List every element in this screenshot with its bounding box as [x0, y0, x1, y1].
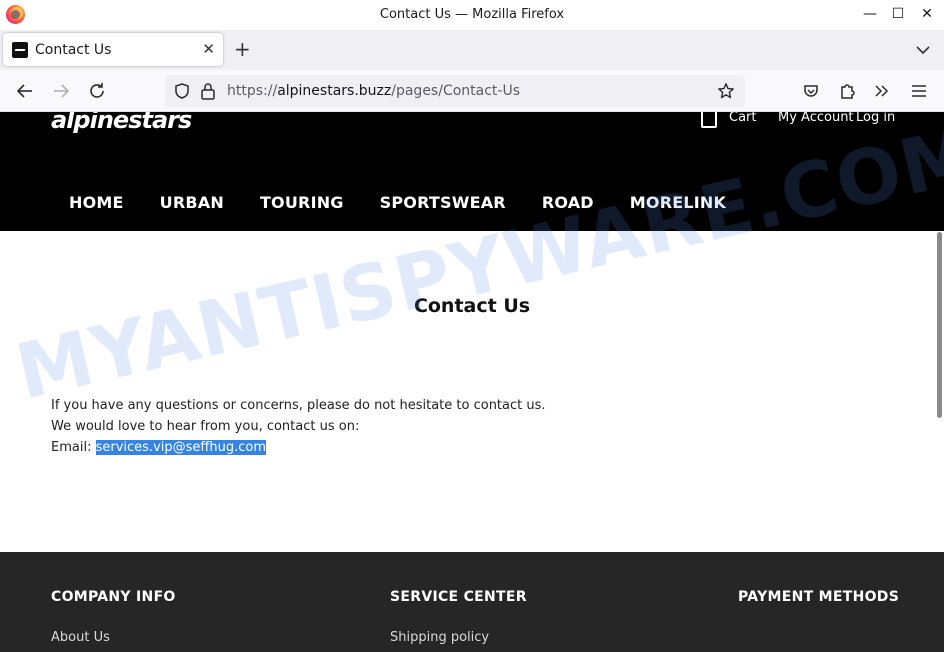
- brand-logo[interactable]: alpinestars: [51, 112, 192, 134]
- nav-urban[interactable]: URBAN: [160, 193, 224, 212]
- login-link[interactable]: Log in: [856, 112, 895, 125]
- site-favicon-icon: [12, 42, 28, 58]
- page-title: Contact Us: [413, 295, 531, 317]
- contact-email-line: Email: services.vip@seffhug.com: [51, 440, 266, 455]
- site-header: alpinestars Cart My Account Log in HOME …: [0, 112, 944, 231]
- footer-payment-methods-heading: PAYMENT METHODS: [738, 589, 900, 605]
- web-page: alpinestars Cart My Account Log in HOME …: [0, 112, 944, 652]
- hamburger-menu-icon[interactable]: [909, 81, 929, 101]
- more-tools-chevrons-icon[interactable]: [872, 81, 892, 101]
- url-scheme: https://: [227, 83, 278, 99]
- contact-text-line-2: We would love to hear from you, contact …: [51, 419, 360, 434]
- close-tab-button[interactable]: ✕: [202, 40, 215, 58]
- footer-service-center-heading: SERVICE CENTER: [390, 589, 527, 605]
- minimize-button[interactable]: —: [855, 0, 885, 28]
- contact-text-line-1: If you have any questions or concerns, p…: [51, 398, 546, 413]
- cart-icon[interactable]: [701, 112, 717, 128]
- extensions-puzzle-icon[interactable]: [837, 81, 857, 101]
- shield-icon[interactable]: [173, 82, 191, 100]
- footer-company-info-heading: COMPANY INFO: [51, 589, 176, 605]
- maximize-button[interactable]: ☐: [883, 0, 913, 28]
- window-titlebar: Contact Us — Mozilla Firefox — ☐ ✕: [0, 0, 944, 30]
- email-address-link[interactable]: services.vip@seffhug.com: [95, 440, 266, 455]
- nav-touring[interactable]: TOURING: [260, 193, 344, 212]
- list-all-tabs-icon[interactable]: [914, 41, 932, 59]
- tab-strip: Contact Us ✕: [0, 30, 944, 70]
- address-bar[interactable]: https://alpinestars.buzz/pages/Contact-U…: [165, 75, 745, 107]
- new-tab-button[interactable]: +: [234, 37, 251, 61]
- reload-icon[interactable]: [87, 81, 107, 101]
- email-label: Email:: [51, 440, 96, 455]
- pocket-icon[interactable]: [801, 81, 821, 101]
- close-window-button[interactable]: ✕: [912, 0, 942, 28]
- cart-link[interactable]: Cart: [729, 112, 757, 125]
- my-account-link[interactable]: My Account: [778, 112, 854, 125]
- main-navigation: HOME URBAN TOURING SPORTSWEAR ROAD MOREL…: [69, 193, 762, 212]
- url-host: alpinestars.buzz: [277, 83, 392, 99]
- back-arrow-icon[interactable]: [15, 81, 35, 101]
- nav-morelink[interactable]: MORELINK: [630, 193, 726, 212]
- nav-home[interactable]: HOME: [69, 193, 124, 212]
- page-scrollbar[interactable]: [937, 232, 942, 418]
- url-path: /pages/Contact-Us: [391, 83, 521, 99]
- nav-road[interactable]: ROAD: [542, 193, 594, 212]
- footer-about-us-link[interactable]: About Us: [51, 630, 110, 645]
- navigation-toolbar: https://alpinestars.buzz/pages/Contact-U…: [0, 70, 944, 112]
- forward-arrow-icon[interactable]: [51, 81, 71, 101]
- footer-shipping-policy-link[interactable]: Shipping policy: [390, 630, 489, 645]
- bookmark-star-icon[interactable]: [717, 82, 735, 100]
- tab-title: Contact Us: [35, 42, 112, 58]
- nav-sportswear[interactable]: SPORTSWEAR: [380, 193, 506, 212]
- lock-icon[interactable]: [200, 82, 216, 100]
- tab-contact-us[interactable]: Contact Us ✕: [3, 33, 223, 66]
- site-footer: COMPANY INFO About Us SERVICE CENTER Shi…: [0, 552, 944, 652]
- url-text[interactable]: https://alpinestars.buzz/pages/Contact-U…: [227, 83, 520, 99]
- window-title: Contact Us — Mozilla Firefox: [379, 7, 565, 22]
